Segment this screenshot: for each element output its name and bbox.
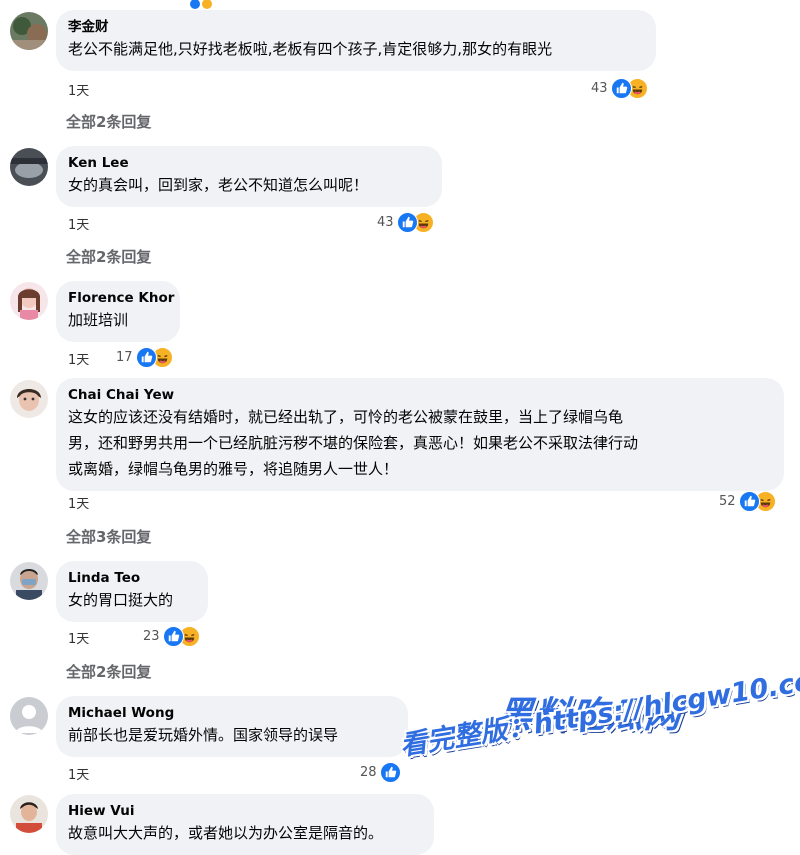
- avatar[interactable]: [10, 148, 48, 186]
- cropped-reactions: [190, 0, 226, 9]
- comment-author[interactable]: Chai Chai Yew: [68, 386, 772, 404]
- comment-author[interactable]: Florence Khor: [68, 289, 174, 307]
- comment-time[interactable]: 1天: [68, 349, 89, 368]
- comment-author[interactable]: Linda Teo: [68, 569, 196, 587]
- like-icon: [396, 211, 418, 233]
- reaction-summary[interactable]: 43: [591, 77, 648, 99]
- avatar[interactable]: [10, 380, 48, 418]
- comment-text: 女的胃口挺大的: [68, 591, 174, 609]
- avatar[interactable]: [10, 697, 48, 735]
- comment-time[interactable]: 1天: [68, 493, 89, 512]
- comment-text: 女的真会叫，回到家，老公不知道怎么叫呢！: [68, 176, 369, 194]
- view-replies-link[interactable]: 全部2条回复: [66, 661, 151, 682]
- comment-bubble: Hiew Vui 故意叫大大声的，或者她以为办公室是隔音的。: [56, 794, 434, 855]
- reaction-summary[interactable]: 28: [360, 761, 401, 783]
- comment-author[interactable]: 李金财: [68, 18, 644, 36]
- reaction-count: 43: [591, 80, 608, 96]
- like-icon: [738, 490, 760, 512]
- comment-bubble: Chai Chai Yew 这女的应该还没有结婚时，就已经出轨了，可怜的老公被蒙…: [56, 378, 784, 491]
- like-icon: [379, 761, 401, 783]
- avatar[interactable]: [10, 12, 48, 50]
- comment-bubble: Florence Khor 加班培训: [56, 281, 180, 342]
- reaction-count: 52: [719, 493, 736, 509]
- reaction-summary[interactable]: 43: [377, 211, 434, 233]
- reaction-count: 17: [116, 349, 133, 365]
- reaction-count: 43: [377, 214, 394, 230]
- comment-time[interactable]: 1天: [68, 80, 89, 99]
- comment-bubble: 李金财 老公不能满足他,只好找老板啦,老板有四个孩子,肯定很够力,那女的有眼光: [56, 10, 656, 71]
- comment-text: 这女的应该还没有结婚时，就已经出轨了，可怜的老公被蒙在鼓里，当上了绿帽乌龟 男，…: [68, 408, 639, 478]
- avatar[interactable]: [10, 282, 48, 320]
- like-icon: [610, 77, 632, 99]
- view-replies-link[interactable]: 全部2条回复: [66, 111, 151, 132]
- avatar[interactable]: [10, 562, 48, 600]
- comment-author[interactable]: Michael Wong: [68, 704, 396, 722]
- reaction-summary[interactable]: 52: [719, 490, 776, 512]
- comment-bubble: Linda Teo 女的胃口挺大的: [56, 561, 208, 622]
- comment-time[interactable]: 1天: [68, 764, 89, 783]
- comment-text: 老公不能满足他,只好找老板啦,老板有四个孩子,肯定很够力,那女的有眼光: [68, 40, 553, 58]
- comment-author[interactable]: Ken Lee: [68, 154, 430, 172]
- reaction-count: 28: [360, 764, 377, 780]
- view-replies-link[interactable]: 全部2条回复: [66, 246, 151, 267]
- comment-author[interactable]: Hiew Vui: [68, 802, 422, 820]
- like-icon: [162, 625, 184, 647]
- comment-text: 前部长也是爱玩婚外情。国家领导的误导: [68, 726, 339, 744]
- like-icon: [135, 346, 157, 368]
- watermark-url: 看完整版：https://hlcgw10.com: [398, 661, 800, 762]
- comment-bubble: Ken Lee 女的真会叫，回到家，老公不知道怎么叫呢！: [56, 146, 442, 207]
- reaction-count: 23: [143, 628, 160, 644]
- comment-text: 加班培训: [68, 311, 129, 329]
- reaction-summary[interactable]: 17: [116, 346, 173, 368]
- comment-text: 故意叫大大声的，或者她以为办公室是隔音的。: [68, 824, 384, 842]
- avatar[interactable]: [10, 795, 48, 833]
- comment-time[interactable]: 1天: [68, 628, 89, 647]
- comment-time[interactable]: 1天: [68, 214, 89, 233]
- reaction-summary[interactable]: 23: [143, 625, 200, 647]
- view-replies-link[interactable]: 全部3条回复: [66, 526, 151, 547]
- comment-bubble: Michael Wong 前部长也是爱玩婚外情。国家领导的误导: [56, 696, 408, 757]
